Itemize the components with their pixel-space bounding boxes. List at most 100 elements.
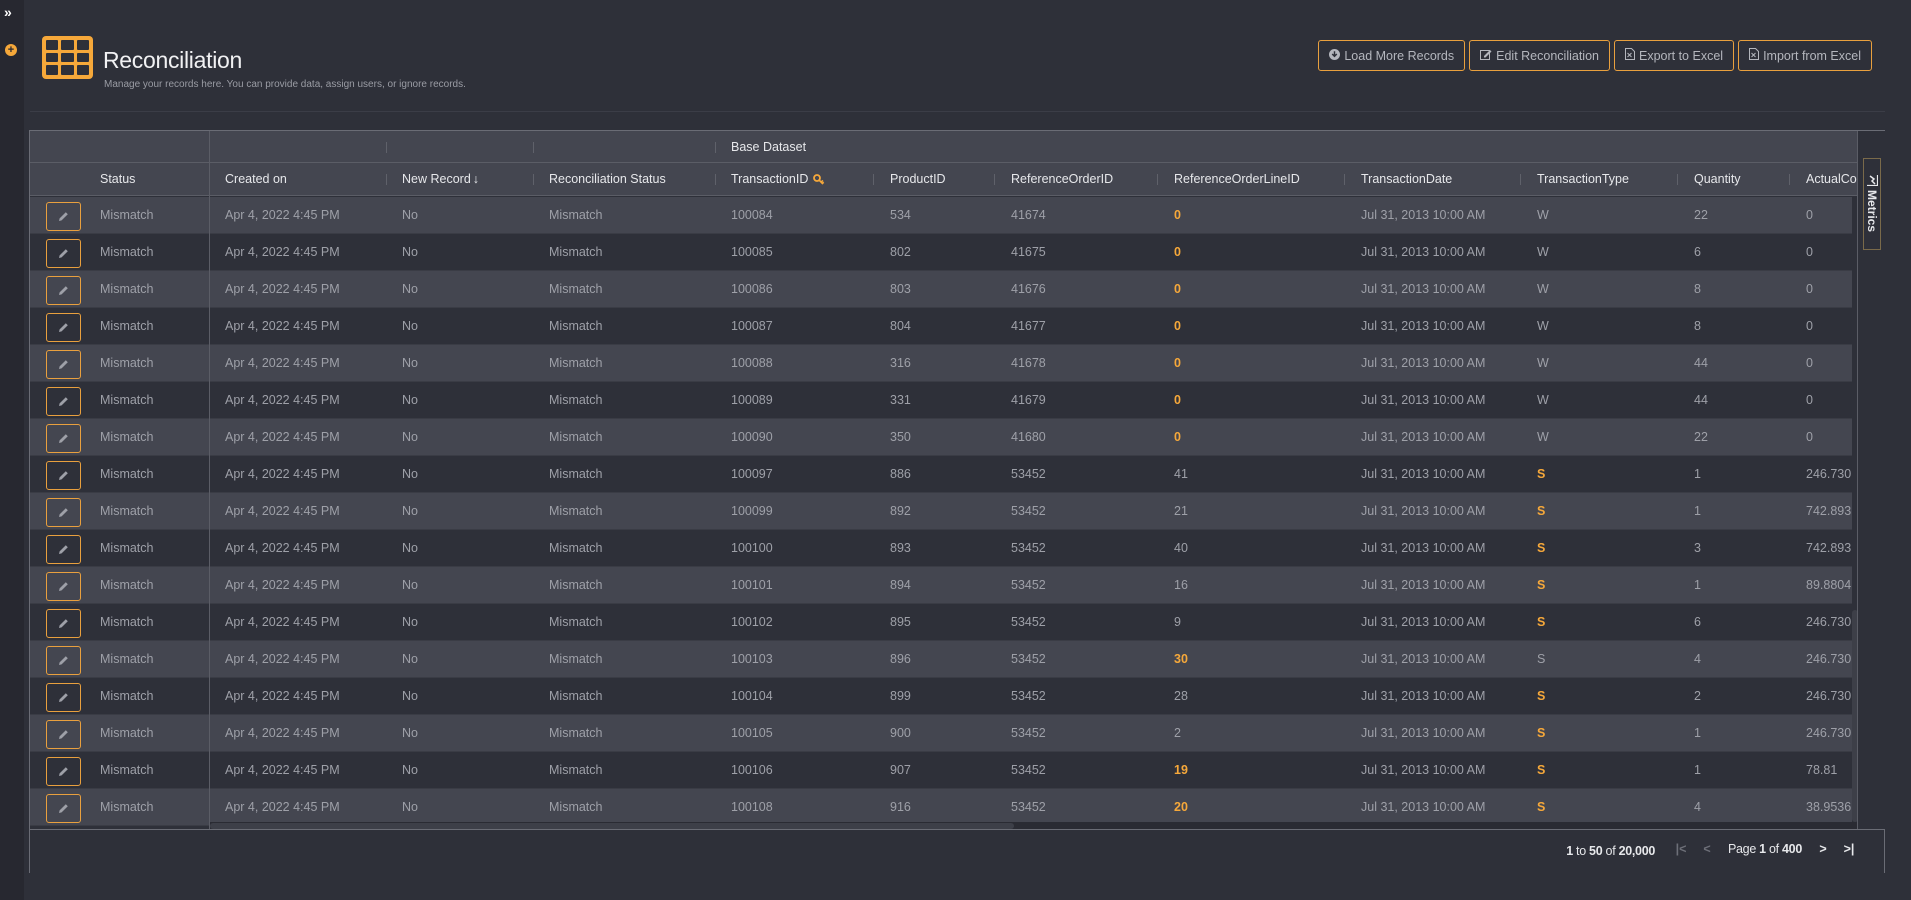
cell-transaction-id[interactable]: 100090 bbox=[731, 419, 773, 455]
cell-transaction-date[interactable]: Jul 31, 2013 10:00 AM bbox=[1361, 678, 1485, 714]
horizontal-scrollbar[interactable] bbox=[210, 822, 1857, 829]
cell-status[interactable]: Mismatch bbox=[100, 641, 153, 677]
edit-row-button[interactable] bbox=[46, 757, 81, 786]
column-header-product-id[interactable]: ProductID bbox=[890, 163, 946, 195]
cell-created-on[interactable]: Apr 4, 2022 4:45 PM bbox=[225, 271, 340, 307]
cell-transaction-id[interactable]: 100097 bbox=[731, 456, 773, 492]
cell-transaction-id[interactable]: 100085 bbox=[731, 234, 773, 270]
cell-reconciliation-status[interactable]: Mismatch bbox=[549, 345, 602, 381]
cell-transaction-id[interactable]: 100108 bbox=[731, 789, 773, 825]
cell-product-id[interactable]: 893 bbox=[890, 530, 911, 566]
cell-created-on[interactable]: Apr 4, 2022 4:45 PM bbox=[225, 234, 340, 270]
cell-transaction-id[interactable]: 100104 bbox=[731, 678, 773, 714]
cell-actual-cost[interactable]: 246.730 bbox=[1806, 604, 1851, 640]
table-row[interactable]: Mismatch Apr 4, 2022 4:45 PM No Mismatch 100… bbox=[30, 493, 1857, 530]
cell-reference-order-id[interactable]: 53452 bbox=[1011, 641, 1046, 677]
table-row[interactable]: Mismatch Apr 4, 2022 4:45 PM No Mismatch 100… bbox=[30, 789, 1857, 826]
edit-row-button[interactable] bbox=[46, 535, 81, 564]
column-header-quantity[interactable]: Quantity bbox=[1694, 163, 1741, 195]
cell-product-id[interactable]: 892 bbox=[890, 493, 911, 529]
cell-created-on[interactable]: Apr 4, 2022 4:45 PM bbox=[225, 678, 340, 714]
cell-new-record[interactable]: No bbox=[402, 567, 418, 603]
cell-product-id[interactable]: 899 bbox=[890, 678, 911, 714]
cell-transaction-date[interactable]: Jul 31, 2013 10:00 AM bbox=[1361, 419, 1485, 455]
cell-reconciliation-status[interactable]: Mismatch bbox=[549, 234, 602, 270]
cell-reconciliation-status[interactable]: Mismatch bbox=[549, 789, 602, 825]
cell-reference-order-line-id[interactable]: 0 bbox=[1174, 197, 1181, 233]
cell-reference-order-id[interactable]: 41677 bbox=[1011, 308, 1046, 344]
edit-row-button[interactable] bbox=[46, 461, 81, 490]
cell-new-record[interactable]: No bbox=[402, 234, 418, 270]
export-to-excel-button[interactable]: Export to Excel bbox=[1613, 40, 1735, 71]
cell-status[interactable]: Mismatch bbox=[100, 308, 153, 344]
cell-transaction-type[interactable]: W bbox=[1537, 419, 1549, 455]
cell-created-on[interactable]: Apr 4, 2022 4:45 PM bbox=[225, 752, 340, 788]
cell-reference-order-line-id[interactable]: 28 bbox=[1174, 678, 1188, 714]
metrics-tab[interactable]: Metrics bbox=[1863, 158, 1881, 250]
cell-transaction-id[interactable]: 100084 bbox=[731, 197, 773, 233]
cell-reference-order-line-id[interactable]: 0 bbox=[1174, 382, 1181, 418]
cell-reference-order-line-id[interactable]: 0 bbox=[1174, 308, 1181, 344]
cell-reference-order-line-id[interactable]: 19 bbox=[1174, 752, 1188, 788]
cell-reference-order-id[interactable]: 41680 bbox=[1011, 419, 1046, 455]
cell-reference-order-id[interactable]: 53452 bbox=[1011, 493, 1046, 529]
edit-row-button[interactable] bbox=[46, 387, 81, 416]
last-page-icon[interactable]: >| bbox=[1836, 842, 1862, 856]
cell-new-record[interactable]: No bbox=[402, 530, 418, 566]
cell-reference-order-line-id[interactable]: 21 bbox=[1174, 493, 1188, 529]
cell-quantity[interactable]: 44 bbox=[1694, 382, 1708, 418]
column-header-transaction-id[interactable]: TransactionID bbox=[731, 163, 825, 195]
cell-reference-order-line-id[interactable]: 20 bbox=[1174, 789, 1188, 825]
cell-reference-order-id[interactable]: 53452 bbox=[1011, 789, 1046, 825]
cell-product-id[interactable]: 331 bbox=[890, 382, 911, 418]
table-row[interactable]: Mismatch Apr 4, 2022 4:45 PM No Mismatch 100… bbox=[30, 345, 1857, 382]
cell-reference-order-id[interactable]: 41674 bbox=[1011, 197, 1046, 233]
cell-reconciliation-status[interactable]: Mismatch bbox=[549, 308, 602, 344]
cell-quantity[interactable]: 44 bbox=[1694, 345, 1708, 381]
cell-transaction-type[interactable]: S bbox=[1537, 678, 1545, 714]
cell-status[interactable]: Mismatch bbox=[100, 567, 153, 603]
cell-actual-cost[interactable]: 0 bbox=[1806, 345, 1813, 381]
edit-row-button[interactable] bbox=[46, 239, 81, 268]
cell-actual-cost[interactable]: 246.730 bbox=[1806, 641, 1851, 677]
cell-new-record[interactable]: No bbox=[402, 308, 418, 344]
cell-reference-order-line-id[interactable]: 0 bbox=[1174, 234, 1181, 270]
cell-created-on[interactable]: Apr 4, 2022 4:45 PM bbox=[225, 604, 340, 640]
cell-new-record[interactable]: No bbox=[402, 715, 418, 751]
column-header-transaction-date[interactable]: TransactionDate bbox=[1361, 163, 1452, 195]
next-page-icon[interactable]: > bbox=[1810, 842, 1836, 856]
cell-product-id[interactable]: 886 bbox=[890, 456, 911, 492]
cell-reconciliation-status[interactable]: Mismatch bbox=[549, 604, 602, 640]
cell-new-record[interactable]: No bbox=[402, 197, 418, 233]
cell-quantity[interactable]: 6 bbox=[1694, 604, 1701, 640]
previous-page-icon[interactable]: < bbox=[1694, 842, 1720, 856]
cell-reference-order-line-id[interactable]: 2 bbox=[1174, 715, 1181, 751]
cell-product-id[interactable]: 802 bbox=[890, 234, 911, 270]
cell-transaction-id[interactable]: 100088 bbox=[731, 345, 773, 381]
cell-created-on[interactable]: Apr 4, 2022 4:45 PM bbox=[225, 419, 340, 455]
cell-new-record[interactable]: No bbox=[402, 456, 418, 492]
cell-reference-order-line-id[interactable]: 0 bbox=[1174, 419, 1181, 455]
cell-new-record[interactable]: No bbox=[402, 789, 418, 825]
cell-status[interactable]: Mismatch bbox=[100, 715, 153, 751]
cell-transaction-date[interactable]: Jul 31, 2013 10:00 AM bbox=[1361, 530, 1485, 566]
cell-status[interactable]: Mismatch bbox=[100, 382, 153, 418]
table-row[interactable]: Mismatch Apr 4, 2022 4:45 PM No Mismatch 100… bbox=[30, 456, 1857, 493]
edit-row-button[interactable] bbox=[46, 276, 81, 305]
cell-quantity[interactable]: 8 bbox=[1694, 308, 1701, 344]
cell-reference-order-id[interactable]: 53452 bbox=[1011, 715, 1046, 751]
add-icon[interactable]: + bbox=[5, 44, 17, 56]
edit-row-button[interactable] bbox=[46, 424, 81, 453]
table-row[interactable]: Mismatch Apr 4, 2022 4:45 PM No Mismatch 100… bbox=[30, 678, 1857, 715]
cell-reference-order-id[interactable]: 53452 bbox=[1011, 530, 1046, 566]
cell-product-id[interactable]: 350 bbox=[890, 419, 911, 455]
table-row[interactable]: Mismatch Apr 4, 2022 4:45 PM No Mismatch 100… bbox=[30, 641, 1857, 678]
cell-reconciliation-status[interactable]: Mismatch bbox=[549, 530, 602, 566]
cell-transaction-date[interactable]: Jul 31, 2013 10:00 AM bbox=[1361, 382, 1485, 418]
cell-reference-order-id[interactable]: 53452 bbox=[1011, 678, 1046, 714]
cell-status[interactable]: Mismatch bbox=[100, 530, 153, 566]
cell-reconciliation-status[interactable]: Mismatch bbox=[549, 641, 602, 677]
cell-new-record[interactable]: No bbox=[402, 271, 418, 307]
cell-reference-order-line-id[interactable]: 0 bbox=[1174, 345, 1181, 381]
cell-product-id[interactable]: 907 bbox=[890, 752, 911, 788]
